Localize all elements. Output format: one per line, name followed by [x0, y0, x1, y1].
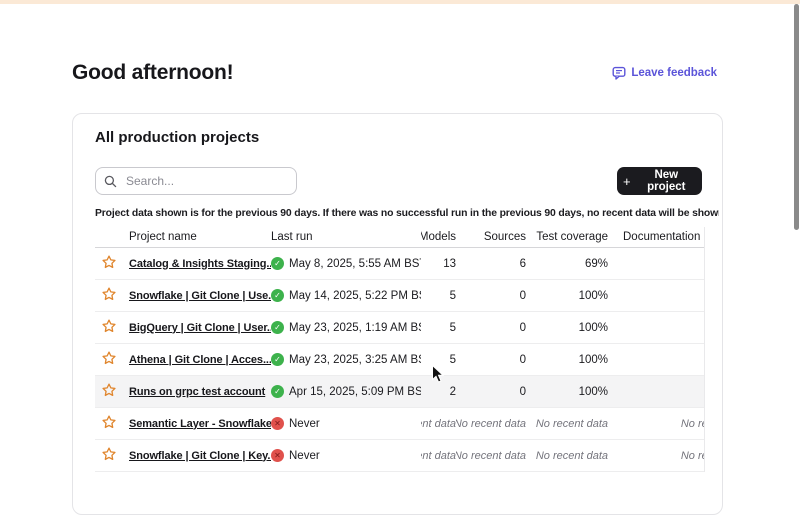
test-coverage-value: 100% — [526, 290, 608, 302]
project-link[interactable]: BigQuery | Git Clone | User... — [129, 322, 271, 334]
last-run-value: May 14, 2025, 5:22 PM BST — [289, 290, 421, 302]
last-run-value: May 8, 2025, 5:55 AM BST — [289, 258, 421, 270]
test-coverage-value: No recent data — [526, 418, 608, 430]
vertical-scrollbar[interactable] — [794, 4, 799, 230]
run-failed-icon: ✕ — [271, 417, 284, 430]
models-value: 5 — [421, 354, 456, 366]
last-run-value: Never — [289, 450, 320, 462]
projects-table: Project name Last run Models Sources Tes… — [95, 227, 705, 472]
sources-value: 0 — [456, 290, 526, 302]
last-run-value: Apr 15, 2025, 5:09 PM BST — [289, 386, 421, 398]
favorite-star-button[interactable] — [100, 254, 117, 271]
table-row[interactable]: Runs on grpc test account ✓ Apr 15, 2025… — [95, 376, 704, 408]
favorite-star-button[interactable] — [100, 286, 117, 303]
leave-feedback-link[interactable]: Leave feedback — [612, 66, 717, 80]
sources-value: No recent data — [456, 418, 526, 430]
star-icon — [101, 286, 117, 302]
data-range-note: Project data shown is for the previous 9… — [95, 208, 719, 219]
panel-title: All production projects — [95, 129, 259, 146]
run-success-icon: ✓ — [271, 321, 284, 334]
page-title: Good afternoon! — [72, 61, 233, 85]
header-models: Models — [421, 231, 456, 243]
models-value: 5 — [421, 322, 456, 334]
table-row[interactable]: BigQuery | Git Clone | User... ✓ May 23,… — [95, 312, 704, 344]
star-icon — [101, 382, 117, 398]
plus-icon: + — [623, 175, 631, 188]
search-icon — [104, 175, 117, 188]
sources-value: No recent data — [456, 450, 526, 462]
last-run-value: May 23, 2025, 1:19 AM BST — [289, 322, 421, 334]
table-row[interactable]: Semantic Layer - Snowflake ✕ Never No re… — [95, 408, 704, 440]
projects-panel: All production projects + New project Pr… — [72, 113, 723, 515]
project-link[interactable]: Athena | Git Clone | Acces... — [129, 354, 271, 366]
table-header: Project name Last run Models Sources Tes… — [95, 227, 704, 248]
header-documentation-coverage: Documentation coverage — [608, 231, 705, 243]
project-link[interactable]: Snowflake | Git Clone | Key... — [129, 450, 271, 462]
header-project-name: Project name — [129, 231, 271, 243]
star-icon — [101, 350, 117, 366]
test-coverage-value: No recent data — [526, 450, 608, 462]
project-link[interactable]: Catalog & Insights Staging... — [129, 258, 271, 270]
search-input[interactable] — [124, 173, 288, 189]
favorite-star-button[interactable] — [100, 350, 117, 367]
header-test-coverage: Test coverage — [526, 231, 608, 243]
last-run-value: May 23, 2025, 3:25 AM BST — [289, 354, 421, 366]
star-icon — [101, 446, 117, 462]
test-coverage-value: 100% — [526, 386, 608, 398]
models-value: No recent data — [421, 418, 456, 430]
star-icon — [101, 318, 117, 334]
models-value: 5 — [421, 290, 456, 302]
table-body: Catalog & Insights Staging... ✓ May 8, 2… — [95, 248, 704, 472]
sources-value: 0 — [456, 322, 526, 334]
models-value: 2 — [421, 386, 456, 398]
sources-value: 6 — [456, 258, 526, 270]
search-box[interactable] — [95, 167, 297, 195]
feedback-icon — [612, 66, 626, 80]
top-accent-strip — [0, 0, 800, 4]
run-success-icon: ✓ — [271, 385, 284, 398]
table-row[interactable]: Snowflake | Git Clone | Key... ✕ Never N… — [95, 440, 704, 472]
table-row[interactable]: Athena | Git Clone | Acces... ✓ May 23, … — [95, 344, 704, 376]
project-link[interactable]: Snowflake | Git Clone | Use... — [129, 290, 271, 302]
star-icon — [101, 254, 117, 270]
project-link[interactable]: Semantic Layer - Snowflake — [129, 418, 271, 430]
models-value: No recent data — [421, 450, 456, 462]
run-success-icon: ✓ — [271, 257, 284, 270]
header-last-run: Last run — [271, 231, 421, 243]
favorite-star-button[interactable] — [100, 382, 117, 399]
run-success-icon: ✓ — [271, 289, 284, 302]
leave-feedback-label: Leave feedback — [631, 67, 717, 79]
table-row[interactable]: Snowflake | Git Clone | Use... ✓ May 14,… — [95, 280, 704, 312]
sources-value: 0 — [456, 354, 526, 366]
new-project-button[interactable]: + New project — [617, 167, 702, 195]
run-success-icon: ✓ — [271, 353, 284, 366]
header-sources: Sources — [456, 231, 526, 243]
test-coverage-value: 100% — [526, 354, 608, 366]
star-icon — [101, 414, 117, 430]
test-coverage-value: 69% — [526, 258, 608, 270]
documentation-coverage-value: No recent data — [608, 450, 705, 462]
favorite-star-button[interactable] — [100, 318, 117, 335]
table-row[interactable]: Catalog & Insights Staging... ✓ May 8, 2… — [95, 248, 704, 280]
test-coverage-value: 100% — [526, 322, 608, 334]
last-run-value: Never — [289, 418, 320, 430]
sources-value: 0 — [456, 386, 526, 398]
favorite-star-button[interactable] — [100, 446, 117, 463]
new-project-label: New project — [637, 169, 696, 193]
favorite-star-button[interactable] — [100, 414, 117, 431]
project-link[interactable]: Runs on grpc test account — [129, 386, 265, 398]
run-failed-icon: ✕ — [271, 449, 284, 462]
models-value: 13 — [421, 258, 456, 270]
documentation-coverage-value: No recent data — [608, 418, 705, 430]
